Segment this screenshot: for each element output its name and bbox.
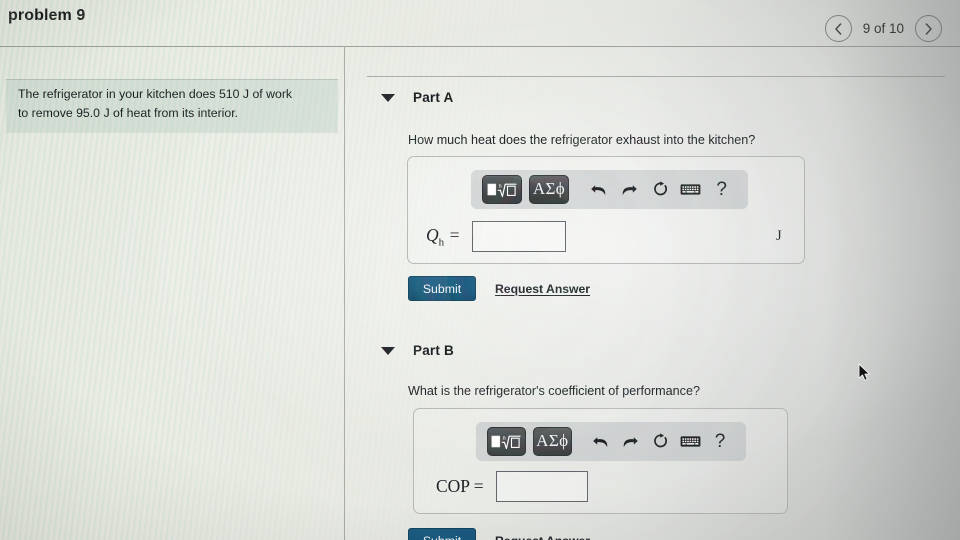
caret-down-icon[interactable] (381, 346, 395, 355)
part-a-variable-label: Qh = (426, 224, 461, 249)
math-template-icon: n (491, 435, 522, 450)
reset-icon[interactable] (645, 175, 676, 204)
chevron-left-icon (834, 22, 842, 35)
page-title: problem 9 (8, 7, 86, 24)
part-b-equation-row: COP = (436, 471, 588, 502)
reset-circular-arrow-icon (654, 433, 667, 448)
part-b-question: What is the refrigerator's coefficient o… (408, 384, 700, 398)
greek-symbols-button[interactable]: ΑΣϕ (529, 175, 569, 204)
svg-text:n: n (499, 183, 503, 190)
part-a-unit-label: J (776, 228, 782, 244)
problem-statement-text: The refrigerator in your kitchen does 51… (18, 85, 326, 123)
part-a-actions: Submit Request Answer (408, 276, 590, 301)
reset-circular-arrow-icon (653, 181, 667, 196)
part-b-variable-label: COP = (436, 476, 484, 496)
part-b-request-answer-link[interactable]: Request Answer (495, 534, 590, 540)
statement-line-2: to remove 95.0 J of heat from its interi… (18, 106, 239, 120)
help-icon[interactable]: ? (706, 175, 737, 204)
mouse-pointer-icon (858, 363, 871, 387)
undo-arrow-icon (593, 436, 608, 447)
part-a-request-answer-link[interactable]: Request Answer (495, 282, 590, 296)
onscreen-keyboard-icon (680, 436, 701, 447)
part-a-submit-button[interactable]: Submit (408, 276, 476, 301)
greek-symbols-button[interactable]: ΑΣϕ (532, 427, 572, 456)
app-content: problem 9 9 of 10 The refrigerator in yo… (0, 0, 960, 540)
keyboard-icon[interactable] (675, 175, 706, 204)
redo-icon[interactable] (614, 175, 645, 204)
part-a-toolbar: n ΑΣϕ ? (471, 170, 748, 209)
svg-text:n: n (503, 435, 507, 442)
part-a-answer-input[interactable] (472, 221, 567, 252)
redo-icon[interactable] (616, 427, 646, 456)
part-b-submit-button[interactable]: Submit (408, 528, 476, 540)
math-template-button[interactable]: n (487, 427, 526, 456)
next-page-button[interactable] (915, 15, 942, 42)
onscreen-keyboard-icon (680, 184, 701, 195)
pagination-control: 9 of 10 (824, 15, 942, 42)
statement-line-1: The refrigerator in your kitchen does 51… (18, 87, 293, 101)
part-b-actions: Submit Request Answer (408, 528, 590, 540)
part-b-label: Part B (413, 343, 454, 358)
redo-arrow-icon (623, 436, 638, 447)
prev-page-button[interactable] (824, 15, 852, 42)
part-a-header[interactable]: Part A (381, 90, 453, 105)
part-a-divider (367, 76, 945, 77)
part-a-question: How much heat does the refrigerator exha… (408, 133, 756, 147)
part-b-toolbar: n ΑΣϕ ? (476, 422, 746, 461)
caret-down-icon[interactable] (381, 93, 395, 102)
part-b-header[interactable]: Part B (381, 343, 454, 358)
part-b-answer-input[interactable] (495, 471, 588, 502)
redo-arrow-icon (622, 184, 637, 195)
keyboard-icon[interactable] (675, 427, 705, 456)
chevron-right-icon (925, 22, 932, 35)
undo-icon[interactable] (586, 427, 616, 456)
reset-icon[interactable] (645, 427, 675, 456)
undo-icon[interactable] (583, 175, 614, 204)
part-a-equation-row: Qh = (426, 221, 567, 252)
part-a-answer-box: n ΑΣϕ ? Qh = J (407, 156, 805, 264)
help-icon[interactable]: ? (705, 427, 735, 456)
math-template-button[interactable]: n (482, 175, 522, 204)
page-position-text: 9 of 10 (862, 21, 904, 36)
screen-photo: problem 9 9 of 10 The refrigerator in yo… (0, 0, 960, 540)
parts-pane: Part A How much heat does the refrigerat… (345, 46, 960, 540)
math-template-icon: n (487, 183, 517, 198)
part-a-label: Part A (413, 90, 454, 105)
undo-arrow-icon (591, 184, 606, 195)
part-b-answer-box: n ΑΣϕ ? COP = (413, 408, 788, 514)
